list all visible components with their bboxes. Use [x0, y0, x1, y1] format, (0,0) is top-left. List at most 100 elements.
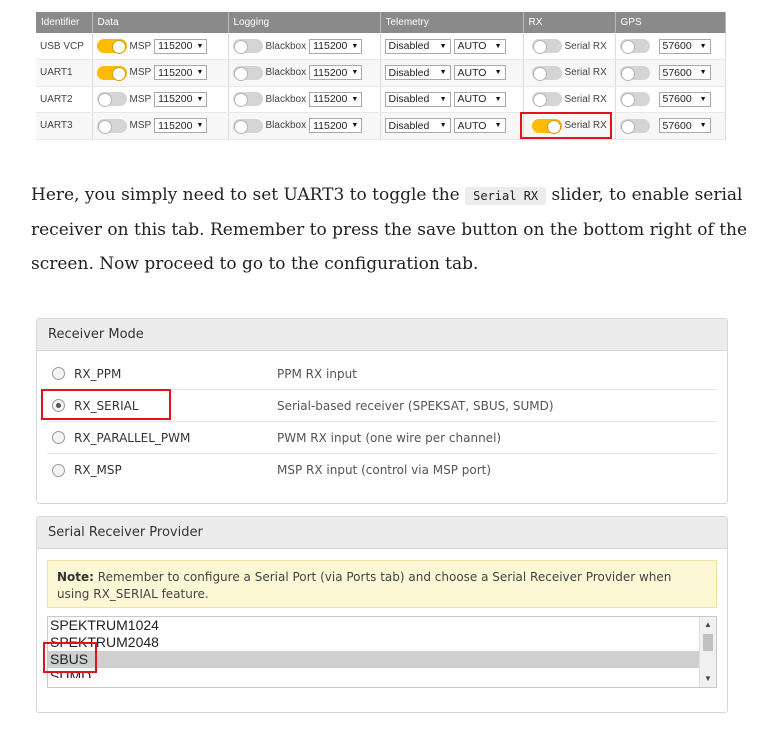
serial-rx-toggle[interactable] [531, 92, 562, 108]
gps-baud-select[interactable]: 57600 ▼ [658, 118, 711, 134]
telemetry-mode-select[interactable]: Disabled ▼ [384, 91, 451, 107]
telemetry-baud-select[interactable]: AUTO ▼ [453, 91, 506, 107]
data-controls: MSP 115200 ▼ [96, 38, 224, 54]
provider-option[interactable]: SPEKTRUM2048 [48, 634, 716, 651]
telemetry-baud-select[interactable]: AUTO ▼ [453, 38, 506, 54]
col-gps: GPS [615, 12, 726, 33]
telemetry-cell: Disabled ▼ AUTO ▼ [380, 86, 524, 113]
telemetry-mode-select[interactable]: Disabled ▼ [384, 65, 451, 81]
gps-baud-select[interactable]: 57600 ▼ [658, 91, 711, 107]
logging-controls: Blackbox 115200 ▼ [232, 118, 376, 134]
msp-baud-select[interactable]: 115200 ▼ [154, 65, 208, 81]
blackbox-baud-select[interactable]: 115200 ▼ [309, 38, 363, 54]
blackbox-toggle[interactable] [232, 39, 263, 54]
provider-option[interactable]: SUMD [48, 668, 716, 678]
receiver-mode-name: RX_PPM [74, 366, 122, 381]
gps-baud-select[interactable]: 57600 ▼ [658, 38, 711, 54]
serial-rx-toggle[interactable] [531, 39, 562, 54]
note-box: Note: Remember to configure a Serial Por… [47, 560, 717, 608]
receiver-mode-option[interactable]: RX_PARALLEL_PWM PWM RX input (one wire pe… [47, 422, 717, 454]
chevron-down-icon: ▼ [699, 122, 707, 130]
col-rx: RX [523, 12, 616, 33]
data-controls: MSP 115200 ▼ [96, 118, 224, 134]
serial-rx-toggle[interactable] [531, 65, 562, 81]
chevron-down-icon: ▼ [196, 95, 204, 103]
msp-baud-select[interactable]: 115200 ▼ [154, 118, 208, 134]
ports-body: USB VCP MSP 115200 ▼ Blackbox 115200 ▼ Disabled… [36, 33, 726, 140]
receiver-mode-option[interactable]: RX_SERIAL Serial-based receiver (SPEKSAT,… [47, 390, 717, 422]
serial-provider-panel: Serial Receiver Provider Note: Remember … [36, 516, 728, 713]
scroll-thumb[interactable] [703, 634, 713, 651]
receiver-mode-description: Serial-based receiver (SPEKSAT, SBUS, SU… [277, 398, 554, 413]
port-identifier: USB VCP [36, 33, 93, 60]
blackbox-toggle[interactable] [232, 118, 263, 134]
gps-toggle[interactable] [619, 39, 650, 54]
receiver-mode-description: PPM RX input [277, 366, 357, 381]
msp-toggle[interactable] [96, 65, 127, 81]
gps-toggle[interactable] [619, 65, 650, 81]
serial-rx-toggle[interactable] [531, 118, 562, 134]
gps-controls: 57600 ▼ [619, 118, 721, 134]
gps-controls: 57600 ▼ [619, 91, 721, 108]
gps-baud-select[interactable]: 57600 ▼ [658, 65, 711, 81]
radio-button[interactable] [52, 399, 65, 412]
blackbox-label: Blackbox [265, 120, 307, 132]
chevron-down-icon: ▼ [351, 122, 359, 130]
data-cell: MSP 115200 ▼ [92, 86, 229, 113]
logging-controls: Blackbox 115200 ▼ [232, 65, 376, 81]
msp-toggle[interactable] [96, 92, 127, 108]
chevron-down-icon: ▼ [439, 122, 447, 130]
msp-baud-select[interactable]: 115200 ▼ [154, 91, 208, 107]
chevron-down-icon: ▼ [494, 42, 502, 50]
gps-baud-select-value: 57600 [662, 119, 692, 132]
telemetry-mode-select[interactable]: Disabled ▼ [384, 118, 451, 134]
gps-baud-select-value: 57600 [662, 40, 692, 52]
blackbox-baud-select[interactable]: 115200 ▼ [309, 118, 363, 134]
receiver-mode-panel: Receiver Mode RX_PPM PPM RX input RX_SERIA… [36, 318, 728, 504]
receiver-mode-option[interactable]: RX_PPM PPM RX input [47, 358, 717, 390]
telemetry-cell: Disabled ▼ AUTO ▼ [380, 112, 524, 140]
receiver-mode-option[interactable]: RX_MSP MSP RX input (control via MSP port… [47, 454, 717, 486]
chevron-down-icon: ▼ [699, 95, 707, 103]
gps-baud-select-value: 57600 [662, 66, 692, 79]
gps-toggle[interactable] [619, 92, 650, 108]
telemetry-baud-select[interactable]: AUTO ▼ [453, 65, 506, 81]
paragraph-text-1: Here, you simply need to set UART3 to to… [31, 185, 466, 205]
msp-label: MSP [129, 93, 152, 105]
provider-option[interactable]: SBUS [48, 651, 716, 668]
msp-toggle[interactable] [96, 118, 127, 134]
blackbox-baud-select[interactable]: 115200 ▼ [309, 91, 363, 107]
scroll-down-icon[interactable]: ▼ [700, 671, 716, 687]
provider-listbox[interactable]: SPEKTRUM1024 SPEKTRUM2048 SBUS SUMD ▲ ▼ [47, 616, 717, 688]
radio-button[interactable] [52, 431, 65, 444]
telemetry-mode-select[interactable]: Disabled ▼ [384, 38, 451, 54]
gps-toggle[interactable] [619, 118, 650, 134]
table-row: UART1 MSP 115200 ▼ Blackbox 115200 ▼ Disabled ▼ A… [36, 59, 726, 87]
blackbox-label: Blackbox [265, 40, 307, 52]
serial-rx-label: Serial RX [564, 40, 607, 52]
msp-toggle[interactable] [96, 39, 127, 54]
gps-controls: 57600 ▼ [619, 38, 721, 54]
radio-button[interactable] [52, 463, 65, 477]
blackbox-baud-select[interactable]: 115200 ▼ [309, 65, 363, 81]
blackbox-toggle[interactable] [232, 92, 263, 108]
provider-option[interactable]: SPEKTRUM1024 [48, 617, 716, 634]
logging-cell: Blackbox 115200 ▼ [228, 59, 381, 87]
port-identifier: UART3 [36, 112, 93, 140]
blackbox-toggle[interactable] [232, 65, 263, 81]
radio-button[interactable] [52, 367, 65, 380]
data-cell: MSP 115200 ▼ [92, 59, 229, 87]
blackbox-baud-select-value: 115200 [313, 119, 348, 132]
telemetry-controls: Disabled ▼ AUTO ▼ [384, 118, 519, 134]
scroll-up-icon[interactable]: ▲ [700, 617, 716, 633]
chevron-down-icon: ▼ [439, 95, 447, 103]
serial-rx-label: Serial RX [564, 67, 607, 79]
chevron-down-icon: ▼ [196, 122, 204, 130]
telemetry-baud-select-value: AUTO [457, 119, 487, 132]
listbox-scrollbar[interactable]: ▲ ▼ [699, 617, 716, 687]
rx-cell: Serial RX [523, 33, 616, 60]
telemetry-baud-select[interactable]: AUTO ▼ [453, 118, 506, 134]
msp-baud-select[interactable]: 115200 ▼ [154, 38, 208, 54]
note-text: Remember to configure a Serial Port (via… [57, 570, 672, 601]
blackbox-baud-select-value: 115200 [313, 66, 348, 79]
